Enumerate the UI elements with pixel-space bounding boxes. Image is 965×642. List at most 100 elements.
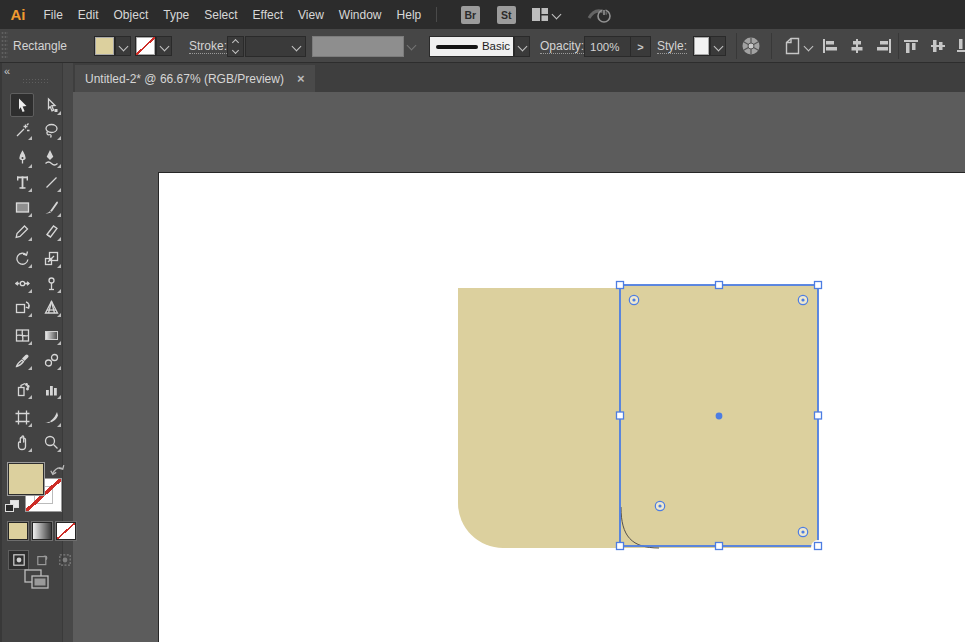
selection-center-point[interactable] — [716, 413, 723, 420]
stepper-up-icon[interactable] — [232, 39, 239, 46]
tool-gradient[interactable] — [39, 323, 63, 347]
align-left-icon[interactable] — [822, 39, 838, 53]
menu-view[interactable]: View — [291, 8, 332, 22]
shaper-tool-icon — [14, 223, 31, 240]
tool-direct-selection[interactable] — [39, 93, 63, 117]
style-swatch[interactable] — [693, 36, 710, 56]
tool-blend[interactable] — [39, 348, 63, 372]
tool-paintbrush[interactable] — [39, 195, 63, 219]
tool-curvature[interactable] — [39, 146, 63, 170]
selection-handle[interactable] — [716, 282, 723, 289]
tool-line-segment[interactable] — [39, 170, 63, 194]
draw-behind-button[interactable] — [32, 550, 53, 570]
selection-handle[interactable] — [617, 543, 624, 550]
bridge-button[interactable]: Br — [461, 6, 480, 24]
align-right-icon[interactable] — [876, 39, 892, 53]
tools-panel-grip[interactable] — [22, 78, 50, 83]
menu-type[interactable]: Type — [156, 8, 197, 22]
align-vcenter-icon[interactable] — [931, 39, 947, 53]
gradient-tool-icon — [43, 327, 60, 344]
gradient-mode-button[interactable] — [32, 522, 52, 540]
stroke-color-swatch[interactable] — [135, 36, 156, 56]
document-setup-button[interactable] — [783, 37, 812, 55]
tool-slice[interactable] — [39, 405, 63, 429]
fill-swatch[interactable] — [7, 462, 45, 496]
menu-window[interactable]: Window — [331, 8, 389, 22]
magic-wand-tool-icon — [14, 122, 31, 139]
draw-inside-button[interactable] — [54, 550, 75, 570]
selection-handle[interactable] — [617, 282, 624, 289]
tool-scale[interactable] — [39, 246, 63, 270]
style-label[interactable]: Style: — [657, 39, 687, 54]
stroke-weight-stepper[interactable] — [227, 36, 244, 57]
menu-edit[interactable]: Edit — [70, 8, 106, 22]
draw-normal-button[interactable] — [8, 550, 29, 570]
selection-handle[interactable] — [617, 412, 624, 419]
brush-dropdown-button[interactable] — [514, 36, 530, 57]
tool-magic-wand[interactable] — [10, 118, 34, 142]
gpu-performance-icon[interactable] — [587, 6, 613, 24]
color-mode-button[interactable] — [8, 522, 28, 540]
swap-fill-stroke-icon[interactable] — [50, 463, 65, 477]
tool-perspective-grid[interactable] — [39, 295, 63, 319]
tool-hand[interactable] — [10, 430, 34, 454]
align-top-icon[interactable] — [904, 39, 920, 53]
tool-type[interactable] — [10, 170, 34, 194]
menu-effect[interactable]: Effect — [245, 8, 290, 22]
tool-width[interactable] — [10, 271, 34, 295]
chevron-down-icon — [292, 42, 302, 52]
brush-definition-dropdown[interactable]: Basic — [429, 36, 514, 57]
fill-color-swatch[interactable] — [94, 36, 115, 56]
tool-rectangle[interactable] — [10, 195, 34, 219]
selection-handle[interactable] — [815, 412, 822, 419]
menu-select[interactable]: Select — [197, 8, 245, 22]
stroke-weight-dropdown[interactable] — [245, 36, 306, 57]
tool-eyedropper[interactable] — [10, 348, 34, 372]
menu-file[interactable]: File — [36, 8, 70, 22]
stroke-label[interactable]: Stroke: — [189, 39, 227, 54]
selection-handle[interactable] — [815, 543, 822, 550]
variable-width-profile-dropdown — [312, 36, 404, 57]
opacity-menu-arrow: > — [637, 41, 643, 53]
tool-free-transform[interactable] — [10, 295, 34, 319]
stepper-down-icon[interactable] — [232, 47, 239, 54]
workspace-switcher[interactable] — [531, 7, 560, 22]
style-dropdown[interactable] — [693, 36, 726, 56]
tool-pen[interactable] — [10, 146, 34, 170]
selection-handle[interactable] — [716, 543, 723, 550]
tab-close-icon[interactable]: × — [297, 71, 305, 86]
stroke-color-dropdown[interactable] — [135, 36, 172, 56]
tool-rotate[interactable] — [10, 246, 34, 270]
default-fill-stroke-icon[interactable] — [5, 500, 20, 513]
tool-eraser[interactable] — [39, 219, 63, 243]
collapse-panel-button[interactable]: « — [4, 65, 9, 77]
panel-grip[interactable] — [1, 31, 8, 60]
tool-shaper[interactable] — [10, 219, 34, 243]
tool-puppet-warp[interactable] — [39, 271, 63, 295]
opacity-menu-button[interactable]: > — [630, 36, 651, 57]
canvas-area[interactable] — [73, 92, 965, 642]
tool-artboard[interactable] — [10, 405, 34, 429]
align-bottom-icon[interactable] — [957, 39, 965, 53]
opacity-field[interactable]: 100% — [584, 36, 631, 57]
app-logo[interactable]: Ai — [0, 6, 36, 23]
align-center-icon[interactable] — [849, 39, 865, 53]
document-tab[interactable]: Untitled-2* @ 66.67% (RGB/Preview) × — [75, 65, 315, 92]
tool-zoom[interactable] — [39, 430, 63, 454]
selection-handle[interactable] — [815, 282, 822, 289]
fill-color-dropdown[interactable] — [94, 36, 131, 56]
stock-button[interactable]: St — [497, 6, 516, 24]
tool-mesh[interactable] — [10, 323, 34, 347]
menu-help[interactable]: Help — [389, 8, 429, 22]
tool-lasso[interactable] — [39, 118, 63, 142]
chevron-down-icon — [407, 41, 417, 51]
recolor-artwork-icon[interactable] — [741, 36, 761, 56]
none-mode-button[interactable] — [56, 522, 76, 540]
screen-mode-button[interactable] — [24, 569, 50, 591]
tool-symbol-sprayer[interactable] — [10, 377, 34, 401]
opacity-label[interactable]: Opacity: — [540, 39, 584, 54]
blend-tool-icon — [43, 352, 60, 369]
tool-selection[interactable] — [10, 93, 34, 117]
menu-object[interactable]: Object — [106, 8, 156, 22]
tool-column-graph[interactable] — [39, 377, 63, 401]
